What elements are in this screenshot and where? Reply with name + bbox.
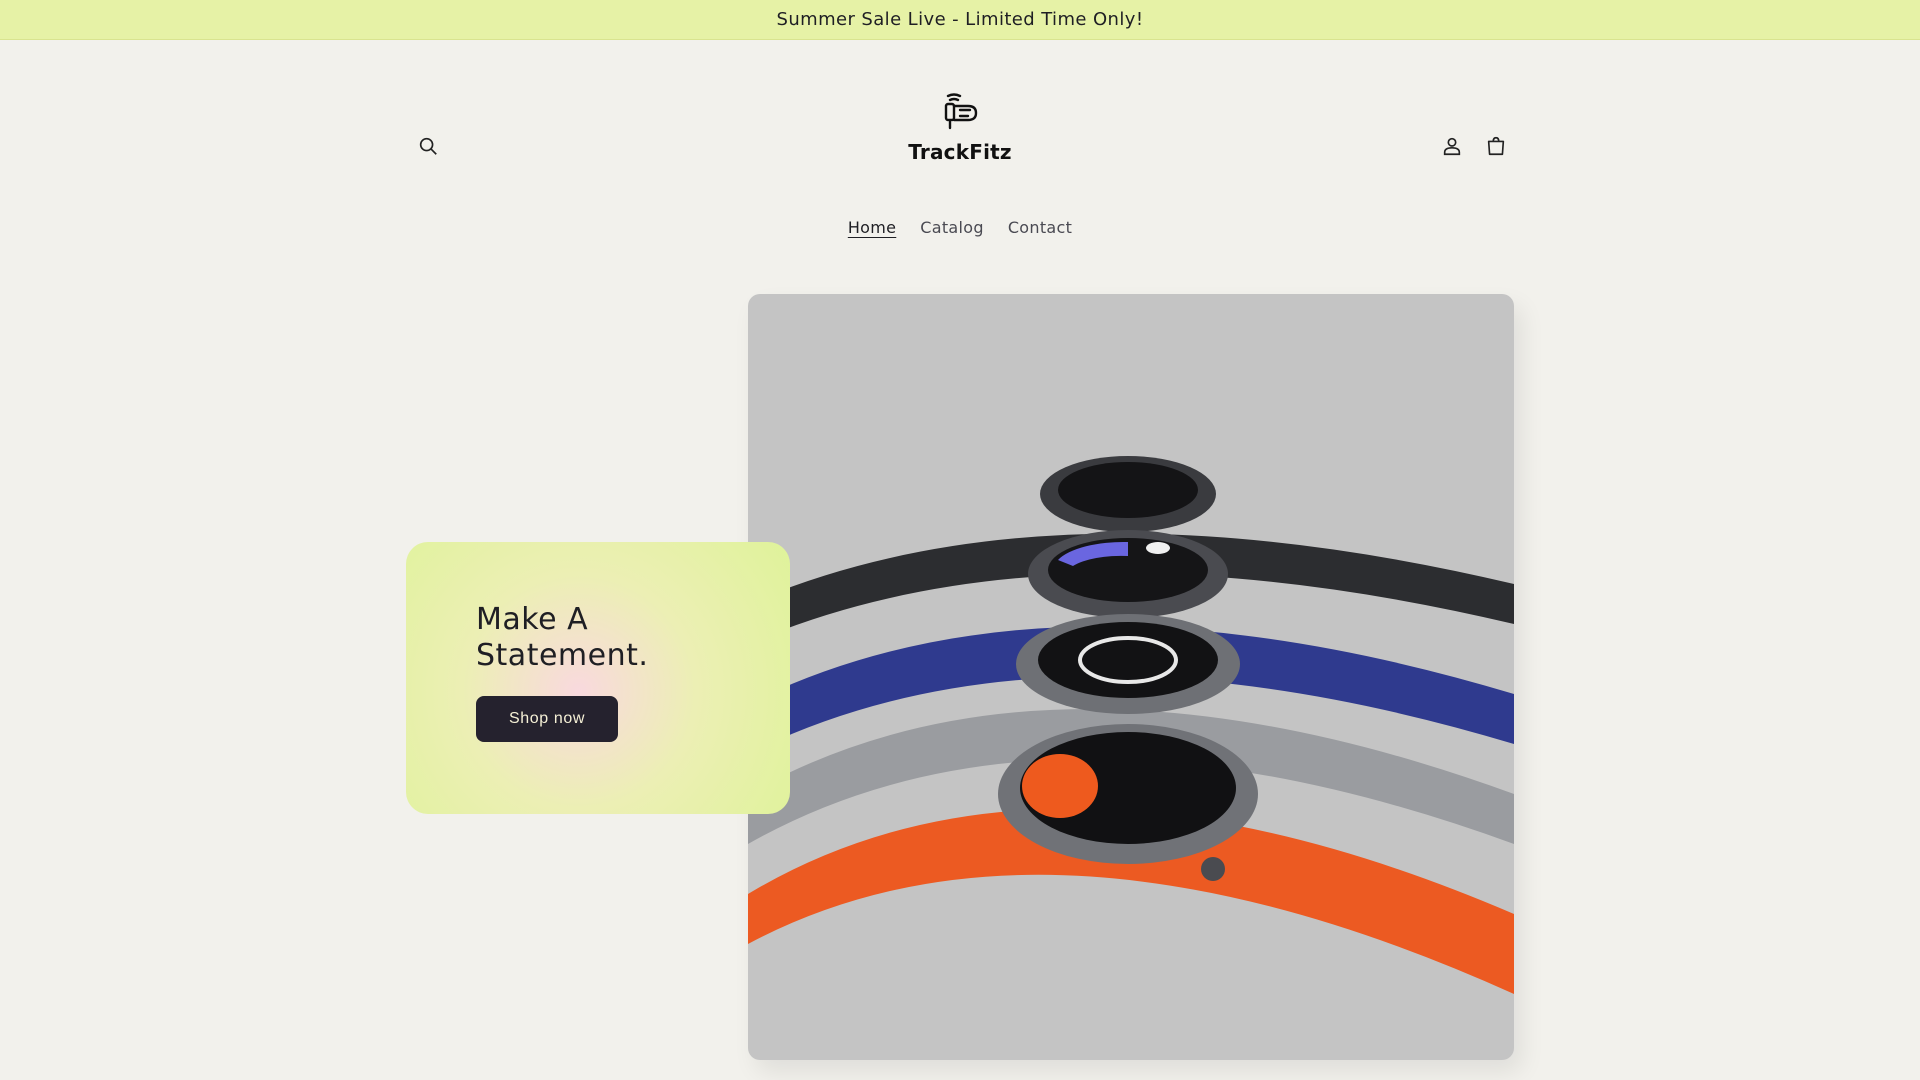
logo-text: TrackFitz bbox=[908, 140, 1012, 164]
logo[interactable]: TrackFitz bbox=[890, 92, 1030, 172]
nav-item-home[interactable]: Home bbox=[848, 218, 896, 237]
smartwatch-stack-illustration bbox=[748, 456, 1514, 994]
cart-icon bbox=[1485, 135, 1507, 161]
logo-mark-icon bbox=[936, 92, 984, 136]
nav-item-catalog[interactable]: Catalog bbox=[920, 218, 984, 237]
search-icon bbox=[417, 135, 439, 161]
cart-button[interactable] bbox=[1476, 128, 1516, 168]
shop-now-button[interactable]: Shop now bbox=[476, 696, 618, 742]
announcement-text: Summer Sale Live - Limited Time Only! bbox=[776, 9, 1144, 30]
hero-title: Make A Statement. bbox=[476, 602, 649, 673]
main-nav: Home Catalog Contact bbox=[0, 218, 1920, 237]
nav-item-contact[interactable]: Contact bbox=[1008, 218, 1072, 237]
hero-image bbox=[748, 294, 1514, 1060]
hero-card: Make A Statement. Shop now bbox=[406, 542, 790, 814]
account-button[interactable] bbox=[1432, 128, 1472, 168]
announcement-bar: Summer Sale Live - Limited Time Only! bbox=[0, 0, 1920, 40]
user-icon bbox=[1441, 135, 1463, 161]
site-header: TrackFitz Home Catalog Contact bbox=[0, 40, 1920, 240]
search-button[interactable] bbox=[408, 128, 448, 168]
